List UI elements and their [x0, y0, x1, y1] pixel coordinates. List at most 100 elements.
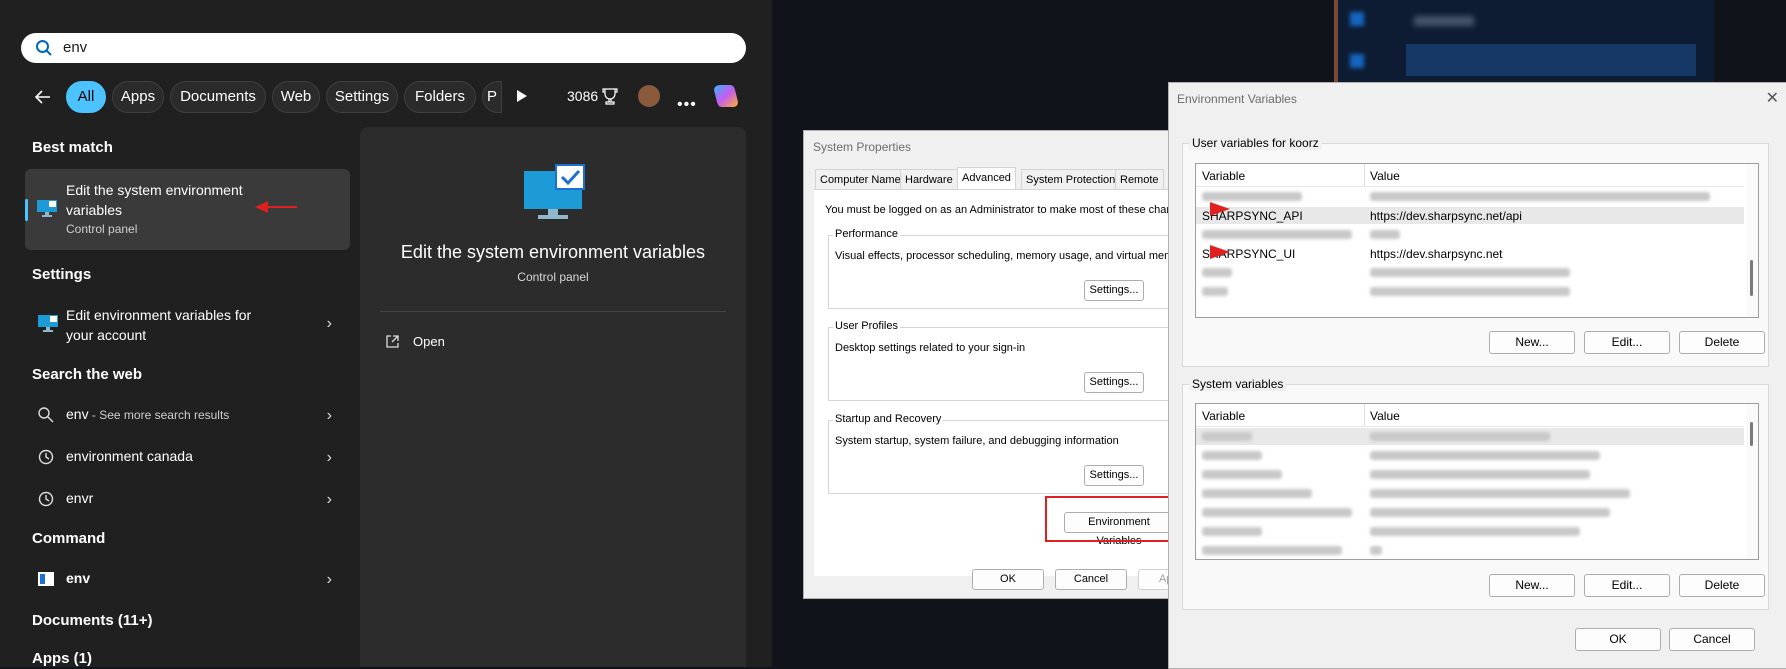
filter-folders[interactable]: Folders — [404, 81, 476, 113]
table-row[interactable]: SHARPSYNC_API https://dev.sharpsync.net/… — [1196, 207, 1744, 224]
web-result[interactable]: envr › — [25, 481, 350, 517]
selection-indicator — [25, 199, 28, 221]
table-row[interactable] — [1196, 188, 1744, 205]
table-row[interactable] — [1196, 264, 1744, 281]
annotation-arrow — [1210, 245, 1230, 259]
startup-recovery-desc: System startup, system failure, and debu… — [835, 435, 1119, 447]
table-row[interactable] — [1196, 428, 1744, 445]
scrollbar-thumb[interactable] — [1750, 260, 1753, 296]
web-heading: Search the web — [32, 366, 143, 383]
tab-remote[interactable]: Remote — [1115, 169, 1164, 190]
web-result[interactable]: env - See more search results › — [25, 397, 350, 433]
table-row[interactable] — [1196, 485, 1744, 502]
start-search-panel: env All Apps Documents Web Settings Fold… — [0, 0, 772, 667]
performance-desc: Visual effects, processor scheduling, me… — [835, 250, 1189, 262]
blurred-row — [1406, 44, 1696, 76]
performance-settings-button[interactable]: Settings... — [1084, 280, 1144, 301]
column-value[interactable]: Value — [1370, 169, 1400, 183]
chevron-right-icon[interactable]: › — [327, 491, 332, 509]
system-new-button[interactable]: New... — [1489, 574, 1575, 597]
avatar[interactable] — [638, 85, 660, 107]
preview-title: Edit the system environment variables — [400, 242, 706, 262]
best-match-result[interactable]: Edit the system environment variables Co… — [25, 169, 350, 250]
web-result-label: envr — [66, 490, 94, 506]
system-variables-list[interactable]: Variable Value — [1195, 403, 1759, 560]
startup-settings-button[interactable]: Settings... — [1084, 465, 1144, 486]
web-result[interactable]: environment canada › — [25, 439, 350, 475]
filter-all[interactable]: All — [66, 81, 106, 113]
startup-recovery-label: Startup and Recovery — [833, 413, 944, 425]
filter-web[interactable]: Web — [272, 81, 320, 113]
dialog-title: System Properties — [813, 140, 912, 154]
search-input[interactable]: env — [21, 33, 746, 63]
search-icon — [36, 40, 52, 56]
tab-hardware[interactable]: Hardware — [900, 169, 958, 190]
tab-system-protection[interactable]: System Protection — [1021, 169, 1121, 190]
table-row[interactable] — [1196, 447, 1744, 464]
system-edit-button[interactable]: Edit... — [1584, 574, 1670, 597]
search-query[interactable]: env — [63, 39, 87, 56]
user-profiles-desc: Desktop settings related to your sign-in — [835, 342, 1026, 354]
filter-more[interactable]: P — [482, 81, 502, 113]
tab-advanced[interactable]: Advanced — [957, 167, 1016, 190]
open-action[interactable]: Open — [386, 334, 445, 349]
dialog-title: Environment Variables — [1177, 92, 1297, 106]
chevron-right-icon[interactable]: › — [327, 449, 332, 467]
history-icon — [38, 491, 54, 507]
environment-variables-dialog: Environment Variables ✕ User variables f… — [1168, 82, 1786, 669]
back-arrow-icon[interactable] — [32, 86, 54, 108]
best-match-title: Edit the system environment variables — [66, 182, 243, 218]
monitor-icon — [38, 315, 58, 332]
monitor-icon — [524, 164, 585, 219]
copilot-icon[interactable] — [712, 82, 740, 110]
ok-button[interactable]: OK — [1575, 628, 1661, 651]
chevron-right-icon[interactable]: › — [327, 407, 332, 425]
cancel-button[interactable]: Cancel — [1669, 628, 1755, 651]
user-edit-button[interactable]: Edit... — [1584, 331, 1670, 354]
rewards-points: 3086 — [567, 88, 599, 104]
preview-subtitle: Control panel — [517, 270, 589, 284]
apps-heading[interactable]: Apps (1) — [32, 650, 92, 667]
scrollbar-thumb[interactable] — [1750, 422, 1753, 446]
annotation-arrow — [1210, 202, 1230, 216]
chevron-right-icon[interactable]: › — [327, 571, 332, 589]
tab-computer-name[interactable]: Computer Name — [815, 169, 906, 190]
web-result-suffix: - See more search results — [88, 408, 230, 422]
column-variable[interactable]: Variable — [1202, 409, 1245, 423]
user-profiles-settings-button[interactable]: Settings... — [1084, 372, 1144, 393]
documents-heading[interactable]: Documents (11+) — [32, 612, 152, 629]
filter-settings[interactable]: Settings — [326, 81, 398, 113]
table-row[interactable] — [1196, 226, 1744, 243]
play-icon[interactable] — [516, 89, 528, 103]
ok-button[interactable]: OK — [972, 569, 1044, 590]
filter-documents[interactable]: Documents — [170, 81, 266, 113]
scrollbar[interactable] — [1746, 404, 1758, 559]
more-options-icon[interactable]: ••• — [677, 96, 697, 114]
cancel-button[interactable]: Cancel — [1055, 569, 1127, 590]
user-new-button[interactable]: New... — [1489, 331, 1575, 354]
chevron-right-icon[interactable]: › — [327, 315, 332, 333]
command-heading: Command — [32, 530, 106, 547]
user-variables-list[interactable]: Variable Value SHARPSYNC_API https://dev… — [1195, 163, 1759, 318]
settings-result[interactable]: Edit environment variables for your acco… — [25, 302, 350, 346]
admin-note: You must be logged on as an Administrato… — [825, 204, 1179, 216]
table-row[interactable] — [1196, 283, 1744, 300]
open-external-icon — [386, 335, 399, 348]
command-result[interactable]: env › — [25, 561, 350, 597]
column-variable[interactable]: Variable — [1202, 169, 1245, 183]
table-row[interactable] — [1196, 466, 1744, 483]
table-row[interactable] — [1196, 523, 1744, 540]
table-row[interactable]: SHARPSYNC_UI https://dev.sharpsync.net — [1196, 245, 1744, 262]
table-row[interactable] — [1196, 504, 1744, 521]
table-row[interactable] — [1196, 542, 1744, 559]
user-delete-button[interactable]: Delete — [1679, 331, 1765, 354]
column-value[interactable]: Value — [1370, 409, 1400, 423]
system-delete-button[interactable]: Delete — [1679, 574, 1765, 597]
user-variables-group: User variables for koorz Variable Value … — [1182, 136, 1769, 367]
close-icon[interactable]: ✕ — [1766, 88, 1779, 108]
filter-apps[interactable]: Apps — [112, 81, 164, 113]
blurred-text — [1414, 16, 1474, 26]
performance-label: Performance — [833, 228, 900, 240]
scrollbar[interactable] — [1746, 164, 1758, 317]
best-match-subtitle: Control panel — [66, 222, 138, 236]
